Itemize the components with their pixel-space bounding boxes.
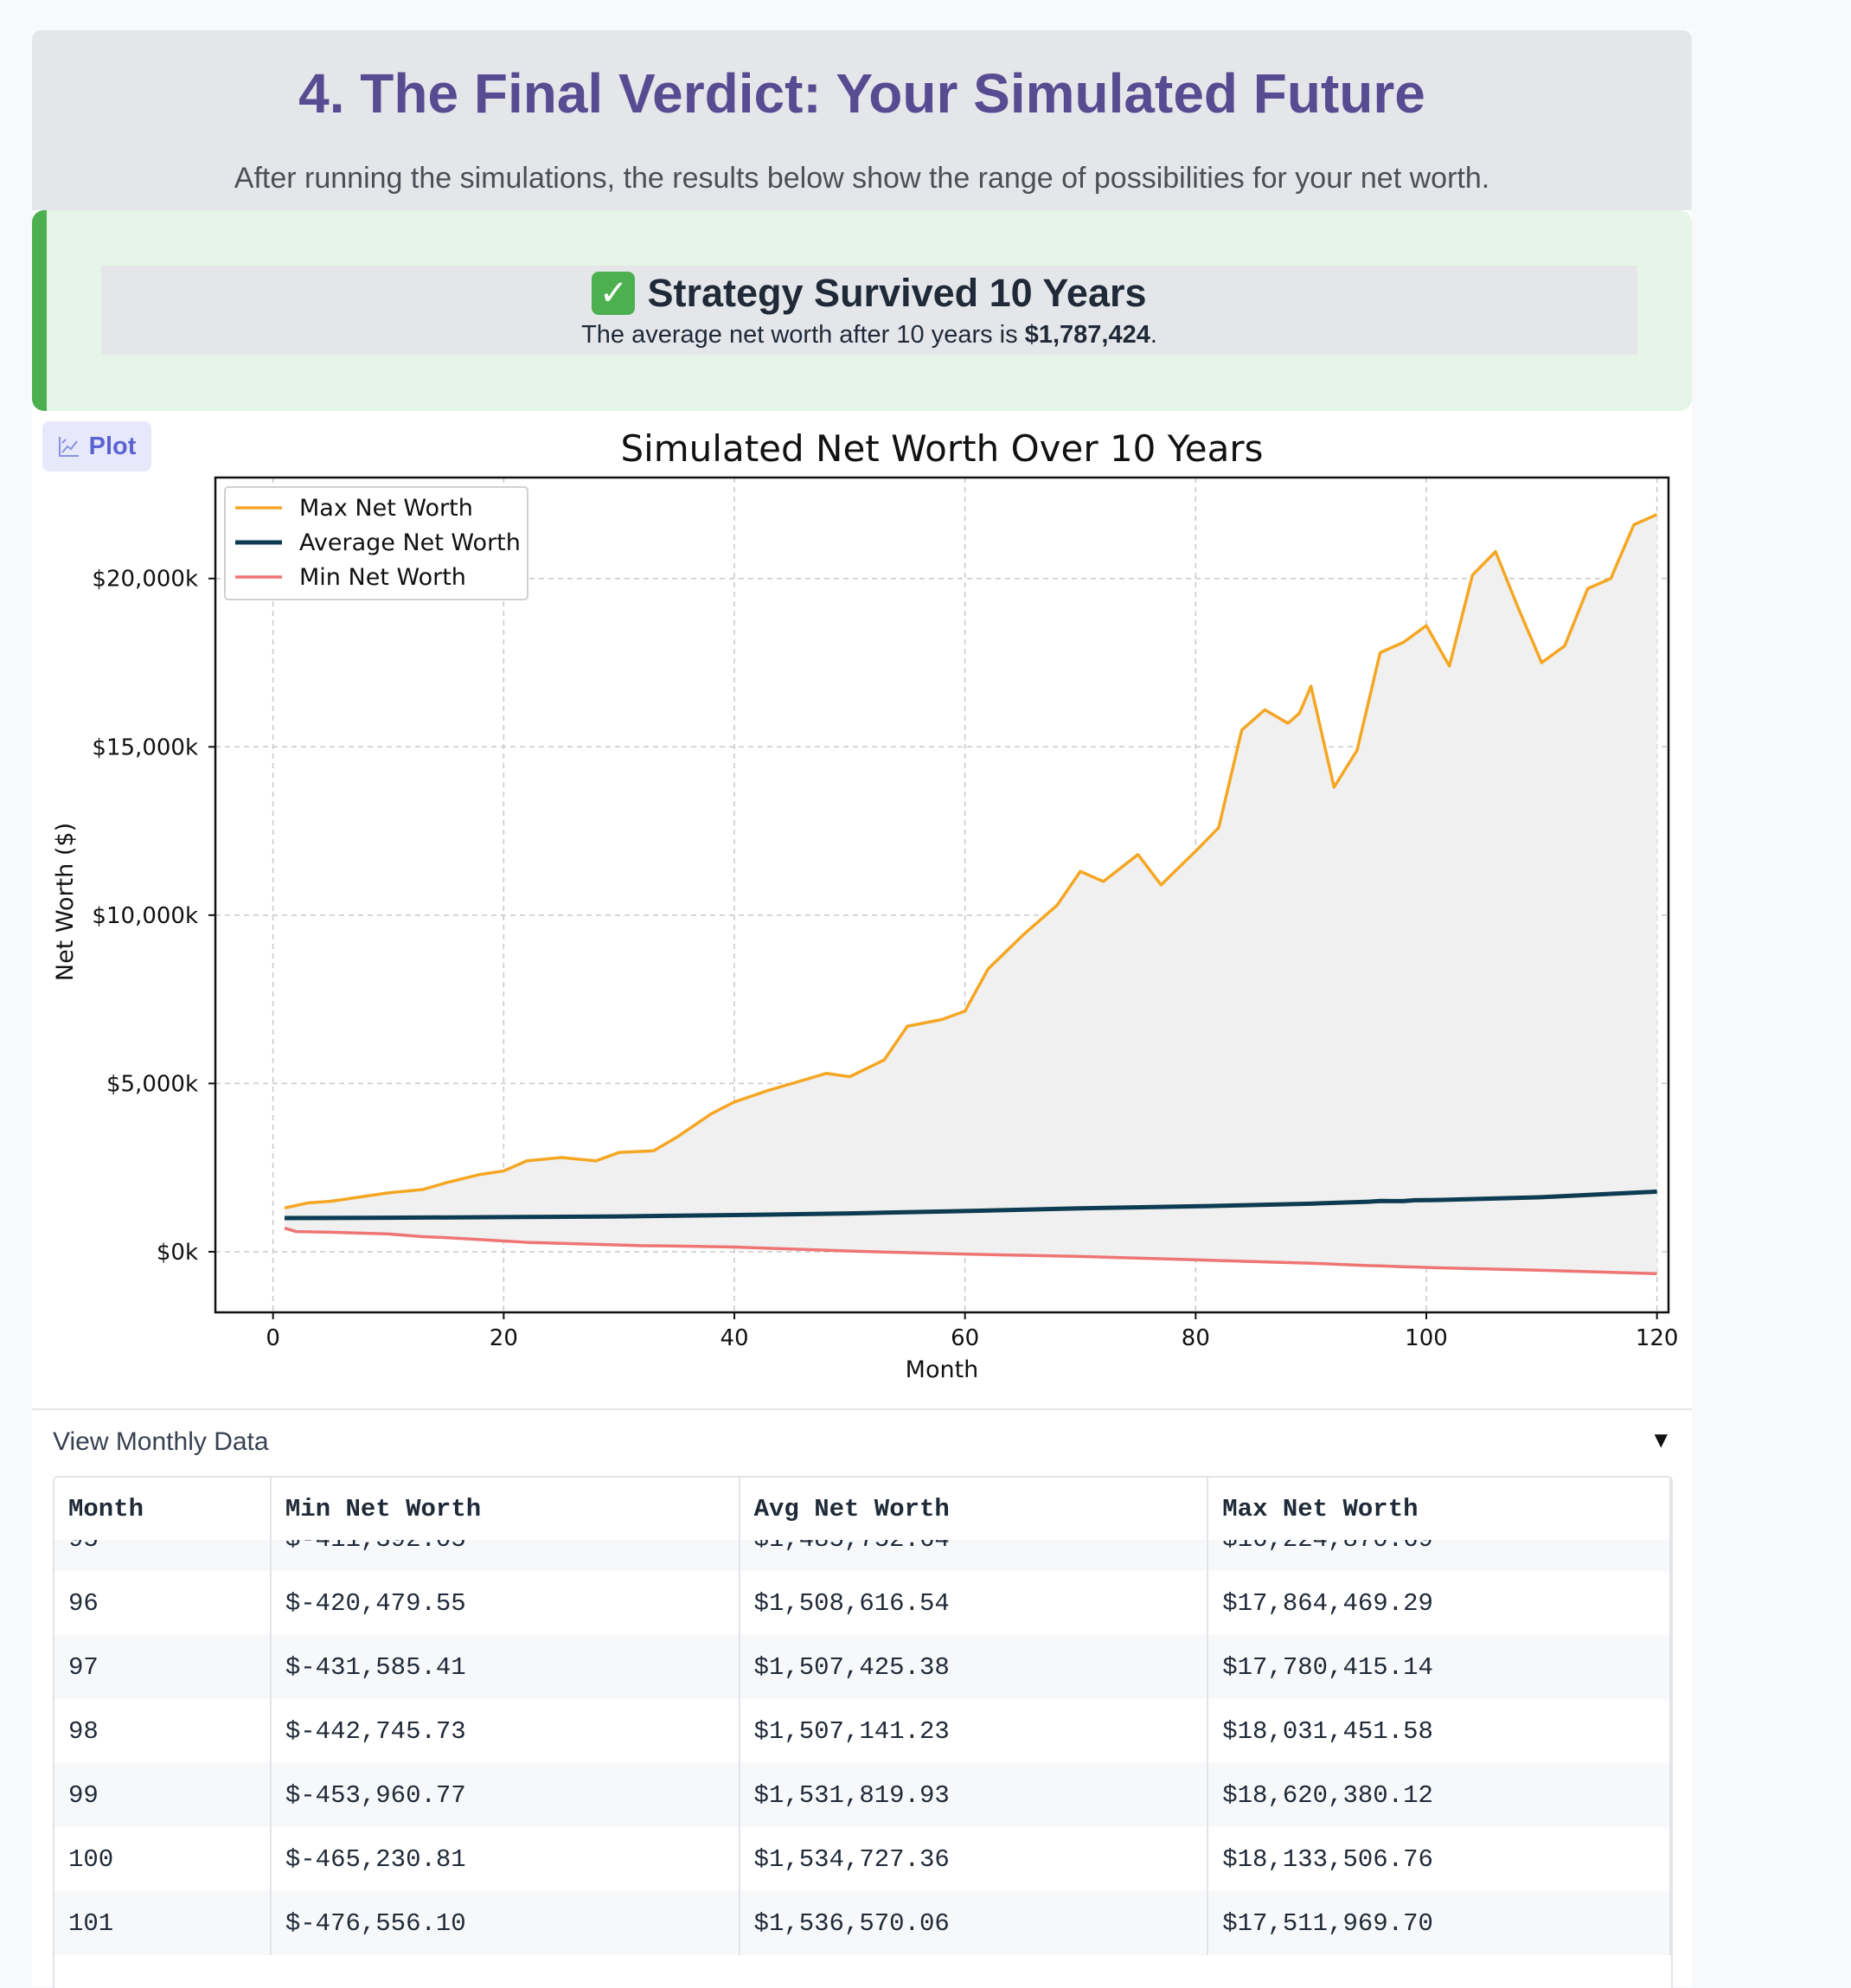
x-tick-label: 120	[1636, 1325, 1679, 1351]
table-cell: $1,536,570.06	[739, 1891, 1209, 1955]
table-cell: 100	[54, 1827, 272, 1891]
table-cell: $18,133,506.76	[1207, 1827, 1671, 1891]
table-row: 97 $-431,585.41 $1,507,425.38 $17,780,415.1…	[54, 1635, 1671, 1699]
net-worth-chart: 0 20 40 60 80 100 120 $0k $5,000k $10,000k $15,000…	[52, 427, 1679, 1383]
chart-x-axis-label: Month	[906, 1356, 979, 1383]
table-cell: $17,864,469.29	[1207, 1571, 1671, 1635]
table-row: 101 $-476,556.10 $1,536,570.06 $17,511,969.…	[54, 1891, 1671, 1955]
table-cell: $-465,230.81	[270, 1827, 740, 1891]
y-tick-label: $0k	[157, 1240, 198, 1266]
monthly-data-table[interactable]: ▲ MonthMin Net WorthAvg Net WorthMax Net…	[53, 1476, 1673, 1988]
table-cell: $-476,556.10	[270, 1891, 740, 1955]
table-cell: $18,031,451.58	[1207, 1699, 1671, 1763]
table-row: 98 $-442,745.73 $1,507,141.23 $18,031,451.5…	[54, 1699, 1671, 1763]
table-row: 96 $-420,479.55 $1,508,616.54 $17,864,469.2…	[54, 1571, 1671, 1635]
table-cell: 99	[54, 1763, 272, 1827]
table-cell: $17,511,969.70	[1207, 1891, 1671, 1955]
legend-entry: Max Net Worth	[299, 495, 473, 522]
x-tick-label: 80	[1182, 1325, 1210, 1351]
chart-legend: Max Net Worth Average Net Worth Min Net Wo…	[224, 486, 528, 600]
table-cell: $1,508,616.54	[739, 1571, 1209, 1635]
table-cell: $17,780,415.14	[1207, 1635, 1671, 1699]
legend-entry: Average Net Worth	[299, 529, 521, 556]
table-cell: $-453,960.77	[270, 1763, 740, 1827]
table-cell: 96	[54, 1571, 272, 1635]
x-tick-label: 20	[490, 1325, 518, 1351]
table-cell: $1,507,141.23	[739, 1699, 1209, 1763]
chart-y-axis-label: Net Worth ($)	[52, 823, 79, 981]
table-cell: $-420,479.55	[270, 1571, 740, 1635]
data-table: MonthMin Net WorthAvg Net WorthMax Net W…	[54, 1478, 1671, 1955]
table-cell: 101	[54, 1891, 272, 1955]
table-header-row: Month Min Net Worth Avg Net Worth Max Net W…	[54, 1478, 1671, 1540]
legend-entry: Min Net Worth	[299, 564, 466, 591]
table-cell: $-442,745.73	[270, 1699, 740, 1763]
monthly-data-accordion[interactable]: View Monthly Data ▼	[32, 1410, 1692, 1476]
column-header[interactable]: Min Net Worth	[270, 1478, 740, 1540]
accordion-label: View Monthly Data	[53, 1427, 269, 1456]
table-cell: $1,534,727.36	[739, 1827, 1209, 1891]
column-header[interactable]: Avg Net Worth	[739, 1478, 1209, 1540]
x-tick-label: 60	[951, 1325, 979, 1351]
x-tick-label: 40	[720, 1325, 748, 1351]
column-header[interactable]: Max Net Worth	[1207, 1478, 1671, 1540]
table-cell: $1,531,819.93	[739, 1763, 1209, 1827]
table-cell: $1,507,425.38	[739, 1635, 1209, 1699]
table-cell: $-431,585.41	[270, 1635, 740, 1699]
sticky-header-table: Month Min Net Worth Avg Net Worth Max Net W…	[54, 1478, 1671, 1540]
table-row: 99 $-453,960.77 $1,531,819.93 $18,620,380.1…	[54, 1763, 1671, 1827]
y-tick-label: $20,000k	[92, 567, 198, 593]
y-tick-label: $10,000k	[92, 903, 198, 929]
column-header[interactable]: Month	[54, 1478, 272, 1540]
table-row: 100 $-465,230.81 $1,534,727.36 $18,133,506.…	[54, 1827, 1671, 1891]
x-tick-label: 0	[266, 1325, 280, 1351]
y-tick-label: $15,000k	[92, 734, 198, 760]
chevron-down-icon[interactable]: ▼	[1655, 1429, 1668, 1450]
chart-title: Simulated Net Worth Over 10 Years	[620, 427, 1263, 470]
table-cell: 97	[54, 1635, 272, 1699]
y-tick-label: $5,000k	[106, 1071, 198, 1097]
x-tick-label: 100	[1405, 1325, 1448, 1351]
min-max-fill-area	[285, 514, 1657, 1274]
table-cell: 98	[54, 1699, 272, 1763]
table-cell: $18,620,380.12	[1207, 1763, 1671, 1827]
